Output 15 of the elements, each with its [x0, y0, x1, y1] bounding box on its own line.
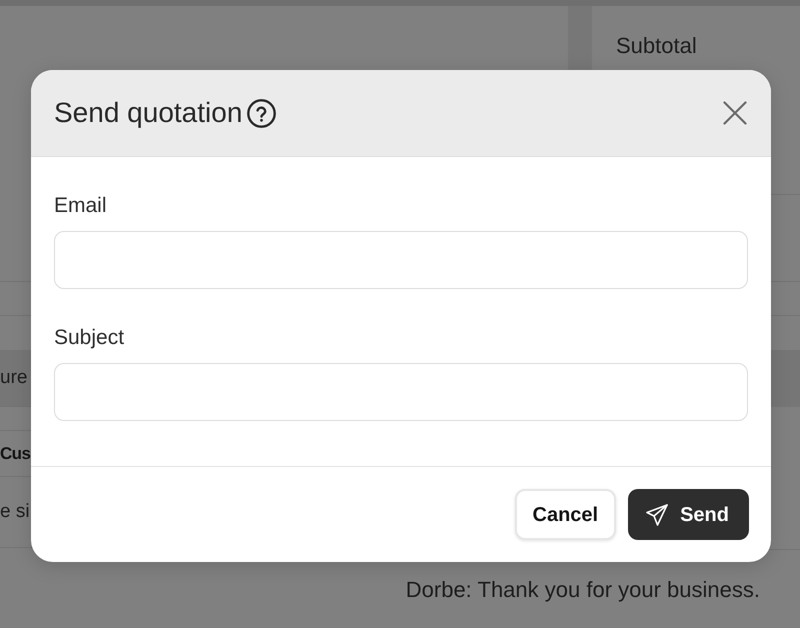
field-label: Subject: [54, 325, 124, 351]
table-cell-text: Cus: [0, 442, 30, 464]
input-field[interactable]: [54, 363, 748, 421]
footer-note: Dorbe: Thank you for your business.: [406, 576, 760, 604]
field-label: Email: [54, 193, 107, 219]
dialog-title: Send quotation: [54, 96, 242, 130]
send-button[interactable]: Send: [628, 489, 749, 540]
input-field[interactable]: [54, 231, 748, 289]
table-cell-text: ure: [0, 366, 28, 390]
cancel-button[interactable]: Cancel: [514, 489, 616, 540]
subtotal-label: Subtotal: [616, 33, 697, 58]
close-icon: [723, 101, 747, 125]
paper-plane-icon: [646, 504, 668, 526]
help-icon[interactable]: [247, 98, 276, 128]
table-cell-text: e si: [0, 500, 30, 524]
